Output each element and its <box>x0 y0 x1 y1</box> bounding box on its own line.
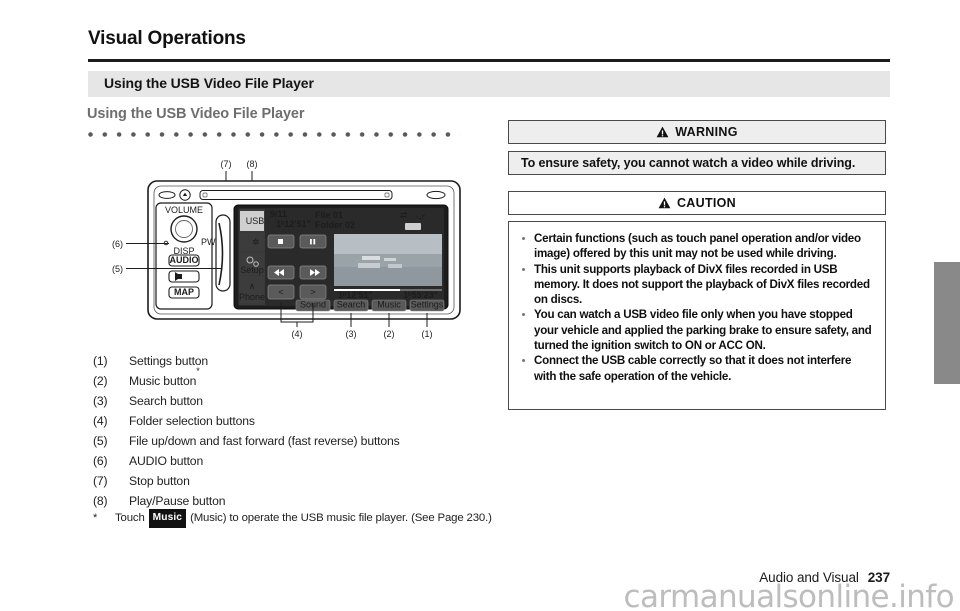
footnote-before: Touch <box>115 512 145 524</box>
callout-5-label: (5) <box>112 264 123 274</box>
warning-header-label: WARNING <box>675 125 738 139</box>
list-item: (7) Stop button <box>93 471 493 491</box>
callout-legend-list: (1) Settings button (2) Music button * (3… <box>93 351 493 511</box>
callout-label: Settings button <box>129 354 209 368</box>
audio-button-label: AUDIO <box>170 255 199 265</box>
source-tab-usb-label: USB <box>246 216 265 226</box>
dotted-divider <box>88 132 460 137</box>
svg-text:∧: ∧ <box>249 281 256 291</box>
list-item: (5) File up/down and fast forward (fast … <box>93 431 493 451</box>
source-tab-bluetooth[interactable]: ✲ <box>240 233 264 251</box>
softkey-search-label: Search <box>337 300 366 310</box>
folder-next-icon: > <box>310 287 315 297</box>
list-item: (8) Play/Pause button <box>93 491 493 511</box>
list-item: Connect the USB cable correctly so that … <box>521 353 875 384</box>
list-item: (6) AUDIO button <box>93 451 493 471</box>
callout-index: (5) <box>93 434 108 448</box>
section-heading-label: Using the USB Video File Player <box>104 75 314 91</box>
stop-icon <box>278 239 283 244</box>
source-tab-phone-label: Phone <box>239 292 265 302</box>
mode-badge <box>405 223 421 230</box>
source-tab-setup[interactable]: Setup <box>240 253 264 275</box>
track-count: 9/11 <box>270 209 287 219</box>
file-name: File 01 <box>315 210 343 220</box>
page-title: Visual Operations <box>88 28 246 49</box>
list-item: (3) Search button <box>93 391 493 411</box>
list-item: Certain functions (such as touch panel o… <box>521 231 875 262</box>
source-tab-usb[interactable]: USB <box>240 211 264 231</box>
repeat-icon: ⇄ <box>400 210 408 220</box>
callout-index: (3) <box>93 394 108 408</box>
callout-index: (1) <box>93 354 108 368</box>
callout-4-label: (4) <box>292 329 303 339</box>
callout-index: (6) <box>93 454 108 468</box>
elapsed-time-bottom: 1ʰ12'51" <box>338 290 373 300</box>
caution-header-label: CAUTION <box>676 196 737 210</box>
callout-label: Stop button <box>129 474 190 488</box>
callout-2-label: (2) <box>384 329 395 339</box>
softkey-music-label: Music <box>377 300 401 310</box>
bluetooth-icon: ✲ <box>252 237 260 247</box>
music-key-chip: Music <box>148 509 187 528</box>
callout-index: (8) <box>93 494 108 508</box>
elapsed-time-top: 1ʰ12'51" <box>276 219 311 229</box>
warning-body-text: To ensure safety, you cannot watch a vid… <box>521 156 856 170</box>
folder-name: Folder 02 <box>315 220 355 230</box>
footnote: * Touch Music (Music) to operate the USB… <box>93 509 493 528</box>
callout-index: (4) <box>93 414 108 428</box>
shuffle-icon: ⤻ <box>416 211 426 221</box>
list-item: This unit supports playback of DivX file… <box>521 262 875 308</box>
softkey-settings-label: Settings <box>411 300 444 310</box>
list-item: (1) Settings button <box>93 351 493 371</box>
caution-triangle-icon <box>658 197 671 212</box>
site-watermark: carmanualsonline.info <box>623 579 955 611</box>
volume-knob-label: VOLUME <box>165 205 203 215</box>
callout-index: (2) <box>93 374 108 388</box>
list-item: (2) Music button * <box>93 366 493 391</box>
sub-heading: Using the USB Video File Player <box>87 106 305 122</box>
callout-6-label: (6) <box>112 239 123 249</box>
source-tab-phone[interactable]: ∧ Phone <box>239 277 265 303</box>
pause-icon <box>310 239 312 245</box>
map-button-label: MAP <box>174 287 194 297</box>
source-tab-setup-label: Setup <box>240 265 264 275</box>
callout-label: AUDIO button <box>129 454 204 468</box>
warning-triangle-icon <box>656 126 669 141</box>
callout-7-label: (7) <box>221 159 232 169</box>
caution-header-box: CAUTION <box>508 191 886 215</box>
footnote-text: Touch Music (Music) to operate the USB m… <box>93 509 493 528</box>
callout-label: File up/down and fast forward (fast reve… <box>129 434 400 448</box>
play-pause-button[interactable] <box>299 234 327 249</box>
callout-1-label: (1) <box>422 329 433 339</box>
callout-label: Search button <box>129 394 203 408</box>
callout-label: Play/Pause button <box>129 494 226 508</box>
caution-list: Certain functions (such as touch panel o… <box>521 231 875 384</box>
list-item: (4) Folder selection buttons <box>93 411 493 431</box>
warning-header-box: WARNING <box>508 120 886 144</box>
edge-thumb-tab <box>934 262 960 384</box>
callout-label: Music button <box>129 374 197 388</box>
callout-label: Folder selection buttons <box>129 414 255 428</box>
callout-8-label: (8) <box>247 159 258 169</box>
caution-body-box: Certain functions (such as touch panel o… <box>508 221 886 410</box>
head-unit-illustration: (7) (8) VOLUME PWR DISP AUDIO MAP USB ✲ … <box>100 155 470 340</box>
footnote-marker: * <box>196 366 200 376</box>
list-item: You can watch a USB video file only when… <box>521 307 875 353</box>
title-rule <box>88 59 890 62</box>
manual-page: Visual Operations Using the USB Video Fi… <box>0 0 960 611</box>
callout-index: (7) <box>93 474 108 488</box>
folder-prev-icon: < <box>278 287 283 297</box>
callout-3-label: (3) <box>346 329 357 339</box>
warning-body-box: To ensure safety, you cannot watch a vid… <box>508 151 886 175</box>
total-time: 1ʰ55'23" <box>403 290 438 300</box>
footnote-after: (Music) to operate the USB music file pl… <box>190 512 492 524</box>
footnote-star: * <box>93 512 98 524</box>
